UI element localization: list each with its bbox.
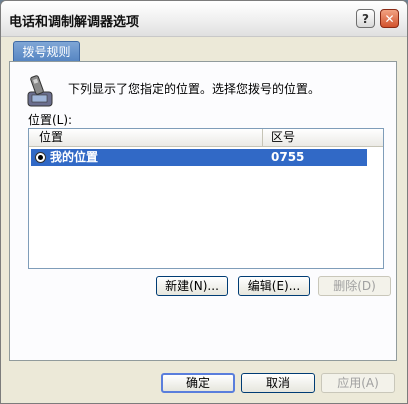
row-location-name: 我的位置 (50, 150, 99, 164)
help-icon: ? (362, 11, 369, 26)
window-title: 电话和调制解调器选项 (9, 15, 140, 30)
dialog-window: 电话和调制解调器选项 ? ✕ 拨号规则 下列显示了您指定的位置。选择您拨号的位置… (0, 0, 408, 404)
apply-button[interactable]: 应用(A) (321, 373, 395, 393)
help-button[interactable]: ? (356, 9, 375, 28)
row-area-code: 0755 (271, 150, 305, 164)
new-button[interactable]: 新建(N)... (156, 276, 228, 296)
phone-icon (27, 75, 53, 107)
locations-list[interactable]: 位置 区号 我的位置 0755 (28, 128, 384, 269)
table-row[interactable]: 我的位置 0755 (31, 149, 367, 166)
list-header: 位置 区号 (29, 129, 383, 147)
delete-button[interactable]: 删除(D) (318, 276, 391, 296)
selected-radio-icon (35, 152, 46, 163)
panel-description: 下列显示了您指定的位置。选择您拨号的位置。 (68, 82, 321, 96)
cancel-button[interactable]: 取消 (241, 373, 315, 393)
ok-button[interactable]: 确定 (161, 373, 235, 393)
edit-button[interactable]: 编辑(E)... (238, 276, 310, 296)
close-icon: ✕ (384, 11, 395, 26)
locations-label: 位置(L): (28, 113, 73, 127)
tab-dialing-rules[interactable]: 拨号规则 (13, 41, 80, 62)
title-bar[interactable]: 电话和调制解调器选项 ? ✕ (1, 1, 407, 37)
tab-panel: 下列显示了您指定的位置。选择您拨号的位置。 位置(L): 位置 区号 我的位置 … (9, 61, 397, 361)
column-header-area-code[interactable]: 区号 (264, 129, 383, 146)
column-header-location[interactable]: 位置 (29, 129, 263, 146)
close-button[interactable]: ✕ (380, 9, 399, 28)
